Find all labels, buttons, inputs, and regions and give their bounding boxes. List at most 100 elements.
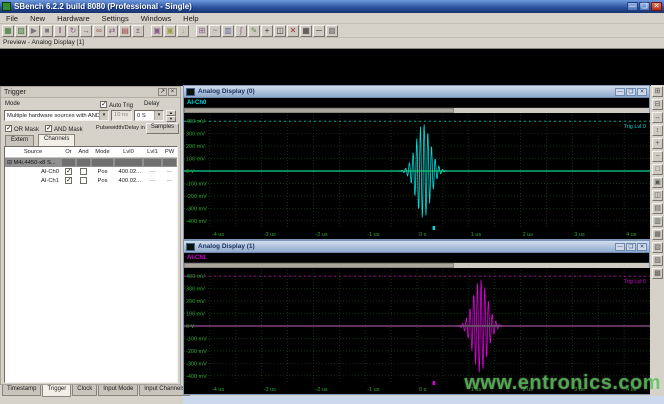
delay-select[interactable]: 0 S ▾ bbox=[134, 110, 164, 121]
close-button[interactable]: ✕ bbox=[637, 243, 647, 251]
zoom-out-icon[interactable]: ⊟ bbox=[652, 99, 663, 110]
column-header-and[interactable]: And bbox=[76, 149, 91, 155]
auto-trig-check-icon[interactable] bbox=[100, 101, 107, 108]
auto-trig-checkbox[interactable]: Auto Trig bbox=[100, 101, 133, 109]
analog-display-icon[interactable]: ~ bbox=[209, 25, 221, 37]
tab-channels[interactable]: Channels bbox=[38, 134, 75, 146]
demo-card-icon[interactable]: ▧ bbox=[15, 25, 27, 37]
single-shot-icon[interactable]: → bbox=[80, 25, 92, 37]
and-checkbox[interactable] bbox=[76, 168, 91, 176]
column-header-pw[interactable]: PW bbox=[162, 149, 177, 155]
samples-button[interactable]: Samples bbox=[146, 123, 179, 134]
dense-icon[interactable]: ▩ bbox=[652, 268, 663, 279]
zoom-in-icon[interactable]: ⊞ bbox=[652, 86, 663, 97]
or-check-icon[interactable] bbox=[65, 177, 72, 184]
tab-extern[interactable]: Extern bbox=[5, 135, 34, 146]
add-channel-icon[interactable]: + bbox=[261, 25, 273, 37]
trigger-mode-select[interactable]: Multiple hardware sources with AND/OR ▾ bbox=[4, 110, 109, 121]
table-row[interactable]: AI-Ch1Pos400.02...------ bbox=[5, 176, 177, 185]
pan-x-icon[interactable]: ↔ bbox=[652, 112, 663, 123]
hatch-icon[interactable]: ▧ bbox=[652, 242, 663, 253]
menu-file[interactable]: File bbox=[0, 14, 24, 23]
pause-icon[interactable]: ‖ bbox=[54, 25, 66, 37]
digital-display-icon[interactable]: ▥ bbox=[222, 25, 234, 37]
trig-time-marker[interactable] bbox=[433, 226, 436, 230]
card-group-row[interactable]: ⊟ M4i.4450-x8 S... bbox=[5, 158, 177, 167]
card-group-label[interactable]: ⊟ M4i.4450-x8 S... bbox=[5, 160, 61, 166]
input-mode-icon[interactable]: ▤ bbox=[119, 25, 131, 37]
title-bar[interactable]: SBench 6.2.2 build 8080 (Professional - … bbox=[0, 0, 664, 13]
edit-icon[interactable]: ✎ bbox=[248, 25, 260, 37]
rows-icon[interactable]: ▤ bbox=[652, 203, 663, 214]
scrollbar-thumb[interactable] bbox=[184, 108, 454, 113]
display1-scrollbar[interactable] bbox=[184, 263, 649, 268]
table-row[interactable]: AI-Ch0Pos400.02...------ bbox=[5, 167, 177, 176]
bottom-tab-timestamp[interactable]: Timestamp bbox=[2, 385, 41, 396]
cursor-a-icon[interactable]: + bbox=[652, 138, 663, 149]
column-header-lvl0[interactable]: Lvl0 bbox=[114, 149, 143, 155]
new-display-icon[interactable]: ⊞ bbox=[196, 25, 208, 37]
column-header-lvl1[interactable]: Lvl1 bbox=[143, 149, 162, 155]
hatch2-icon[interactable]: ▨ bbox=[652, 255, 663, 266]
display0-scrollbar[interactable] bbox=[184, 108, 649, 113]
column-header-mode[interactable]: Mode bbox=[91, 149, 114, 155]
spectrum-display-icon[interactable]: ∫ bbox=[235, 25, 247, 37]
delay-spinner[interactable]: ▲ ▼ bbox=[166, 110, 176, 121]
close-icon[interactable]: × bbox=[168, 88, 177, 96]
delete-icon[interactable]: ✕ bbox=[287, 25, 299, 37]
cols-icon[interactable]: ▥ bbox=[652, 216, 663, 227]
and-check-icon[interactable] bbox=[80, 168, 87, 175]
column-header-source[interactable]: Source bbox=[5, 149, 61, 155]
grid-icon[interactable]: ▦ bbox=[300, 25, 312, 37]
start-icon[interactable]: ▶ bbox=[28, 25, 40, 37]
minimize-button[interactable]: — bbox=[627, 2, 638, 11]
transfer-icon[interactable]: ⇄ bbox=[106, 25, 118, 37]
layers-icon[interactable]: ◫ bbox=[274, 25, 286, 37]
maximize-button[interactable]: ❑ bbox=[626, 243, 636, 251]
save-icon[interactable]: ▣ bbox=[151, 25, 163, 37]
display1-channel-strip[interactable]: AI-Ch1 bbox=[184, 253, 649, 263]
trigger-panel-header[interactable]: Trigger ↗ × bbox=[1, 87, 180, 98]
trigger-time-field[interactable]: 10 ns bbox=[111, 110, 132, 121]
or-checkbox-checked[interactable] bbox=[61, 177, 76, 185]
menu-new[interactable]: New bbox=[24, 14, 51, 23]
stop-icon[interactable]: ■ bbox=[41, 25, 53, 37]
undock-icon[interactable]: ↗ bbox=[158, 88, 167, 96]
minimize-button[interactable]: — bbox=[615, 88, 625, 96]
and-check-icon[interactable] bbox=[80, 177, 87, 184]
or-mask-check-icon[interactable] bbox=[5, 125, 12, 132]
and-checkbox[interactable] bbox=[76, 177, 91, 185]
restart-icon[interactable]: ↻ bbox=[67, 25, 79, 37]
minimize-button[interactable]: — bbox=[615, 243, 625, 251]
display1-plot[interactable]: 400 mV300 mV200 mV100 mV0 V-100 mV-200 m… bbox=[184, 268, 650, 394]
spinner-down-icon[interactable]: ▼ bbox=[166, 116, 176, 122]
and-mask-checkbox[interactable]: AND Mask bbox=[45, 125, 83, 133]
bottom-tab-trigger[interactable]: Trigger bbox=[42, 385, 71, 397]
maximize-button[interactable]: ❑ bbox=[639, 2, 650, 11]
loop-icon[interactable]: ∞ bbox=[93, 25, 105, 37]
close-display-icon[interactable]: ─ bbox=[313, 25, 325, 37]
grid2-icon[interactable]: ▦ bbox=[652, 229, 663, 240]
chevron-down-icon[interactable]: ▾ bbox=[99, 111, 108, 120]
display0-title-bar[interactable]: Analog Display (0) — ❑ ✕ bbox=[184, 86, 649, 98]
split-icon[interactable]: ◫ bbox=[652, 190, 663, 201]
options-icon[interactable]: ▩ bbox=[326, 25, 338, 37]
column-header-or[interactable]: Or bbox=[61, 149, 76, 155]
trig-time-marker[interactable] bbox=[433, 381, 436, 385]
or-check-icon[interactable] bbox=[65, 168, 72, 175]
maximize-button[interactable]: ❑ bbox=[626, 88, 636, 96]
export-icon[interactable]: ↓ bbox=[177, 25, 189, 37]
pan-y-icon[interactable]: ↕ bbox=[652, 125, 663, 136]
display0-channel-strip[interactable]: AI-Ch0 bbox=[184, 98, 649, 108]
or-checkbox-checked[interactable] bbox=[61, 168, 76, 176]
scrollbar-thumb[interactable] bbox=[184, 263, 454, 268]
chevron-down-icon[interactable]: ▾ bbox=[154, 111, 163, 120]
bottom-tab-input-mode[interactable]: Input Mode bbox=[98, 385, 138, 396]
close-button[interactable]: ✕ bbox=[651, 2, 662, 11]
menu-help[interactable]: Help bbox=[177, 14, 204, 23]
trigger-icon[interactable]: ± bbox=[132, 25, 144, 37]
fit-icon[interactable]: □ bbox=[652, 164, 663, 175]
card-icon[interactable]: ▦ bbox=[2, 25, 14, 37]
snapshot-icon[interactable]: ▣ bbox=[652, 177, 663, 188]
save-as-icon[interactable]: ▣ bbox=[164, 25, 176, 37]
